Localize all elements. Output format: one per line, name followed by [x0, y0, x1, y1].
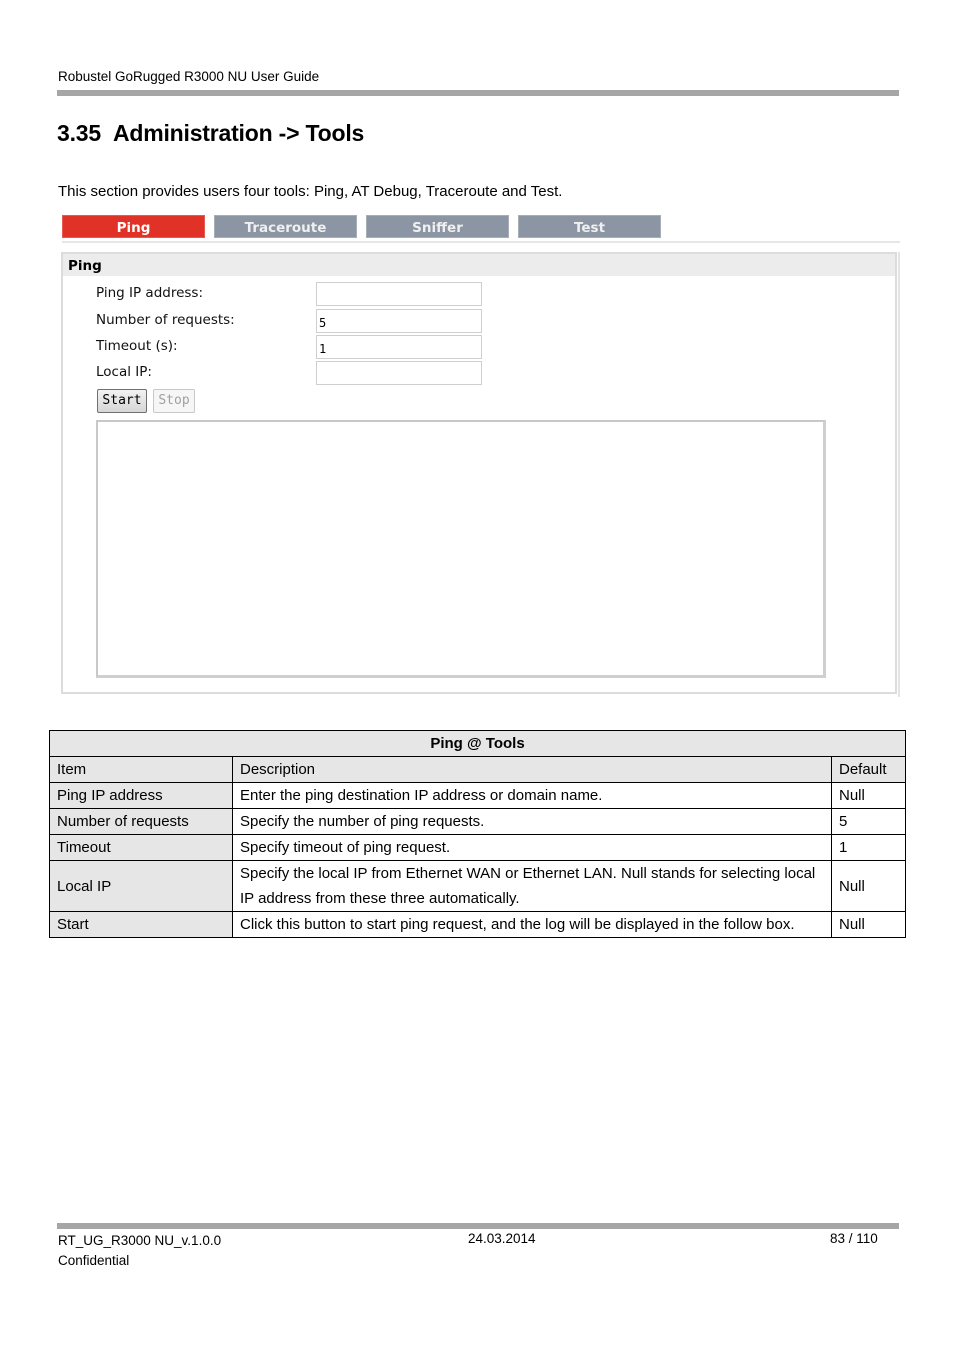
local-ip-input[interactable]: [316, 361, 482, 385]
table-row: Ping IP address Enter the ping destinati…: [49, 782, 906, 809]
table-caption: Ping @ Tools: [49, 730, 906, 757]
stop-button[interactable]: Stop: [153, 389, 195, 413]
tab-ping[interactable]: Ping: [62, 215, 205, 238]
panel-edge: [898, 252, 900, 697]
number-of-requests-input[interactable]: [316, 309, 482, 333]
row-description: Specify the number of ping requests.: [232, 808, 832, 835]
tab-sniffer[interactable]: Sniffer: [366, 215, 509, 238]
start-button[interactable]: Start: [97, 389, 147, 413]
row-default: 1: [831, 834, 906, 861]
footer-left: RT_UG_R3000 NU_v.1.0.0 Confidential: [58, 1231, 221, 1271]
column-header-description: Description: [232, 756, 832, 783]
table-header-row: Item Description Default: [49, 756, 906, 783]
ping-ip-input[interactable]: [316, 282, 482, 306]
footer-rule: [57, 1223, 899, 1229]
column-header-item: Item: [49, 756, 233, 783]
row-default: 5: [831, 808, 906, 835]
header-rule: [57, 90, 899, 96]
section-heading: Administration -> Tools: [112, 120, 365, 146]
row-default: Null: [831, 860, 906, 912]
section-intro: This section provides users four tools: …: [58, 183, 563, 200]
row-default: Null: [831, 911, 906, 938]
table-row: Local IP Specify the local IP from Ether…: [49, 860, 906, 912]
timeout-label: Timeout (s):: [96, 338, 178, 354]
row-item: Timeout: [49, 834, 233, 861]
column-header-default: Default: [831, 756, 906, 783]
row-item: Ping IP address: [49, 782, 233, 809]
tab-test[interactable]: Test: [518, 215, 661, 238]
row-item: Number of requests: [49, 808, 233, 835]
tab-traceroute[interactable]: Traceroute: [214, 215, 357, 238]
row-default: Null: [831, 782, 906, 809]
footer-page-number: 83 / 110: [830, 1231, 878, 1246]
row-item: Start: [49, 911, 233, 938]
ping-ip-label: Ping IP address:: [96, 285, 204, 301]
ping-tools-table: Ping @ Tools Item Description Default Pi…: [49, 730, 906, 938]
ping-log-output[interactable]: [96, 420, 826, 678]
row-description: Enter the ping destination IP address or…: [232, 782, 832, 809]
tools-tab-bar: Ping Traceroute Sniffer Test: [62, 215, 900, 243]
timeout-input[interactable]: [316, 335, 482, 359]
row-description: Click this button to start ping request,…: [232, 911, 832, 938]
number-of-requests-label: Number of requests:: [96, 312, 235, 328]
local-ip-label: Local IP:: [96, 364, 152, 380]
footer-classification: Confidential: [58, 1253, 130, 1268]
table-row: Number of requests Specify the number of…: [49, 808, 906, 835]
row-description: Specify the local IP from Ethernet WAN o…: [232, 860, 832, 912]
document-header: Robustel GoRugged R3000 NU User Guide: [58, 69, 320, 84]
table-row: Start Click this button to start ping re…: [49, 911, 906, 938]
footer-doc-id: RT_UG_R3000 NU_v.1.0.0: [58, 1233, 222, 1248]
section-title: 3.35 Administration -> Tools: [57, 120, 364, 147]
footer-date: 24.03.2014: [468, 1231, 536, 1246]
row-description: Specify timeout of ping request.: [232, 834, 832, 861]
section-number: 3.35: [57, 120, 101, 146]
row-item: Local IP: [49, 860, 233, 912]
panel-title: Ping: [63, 254, 895, 276]
ping-panel: Ping Ping IP address: Number of requests…: [61, 252, 897, 694]
table-row: Timeout Specify timeout of ping request.…: [49, 834, 906, 861]
